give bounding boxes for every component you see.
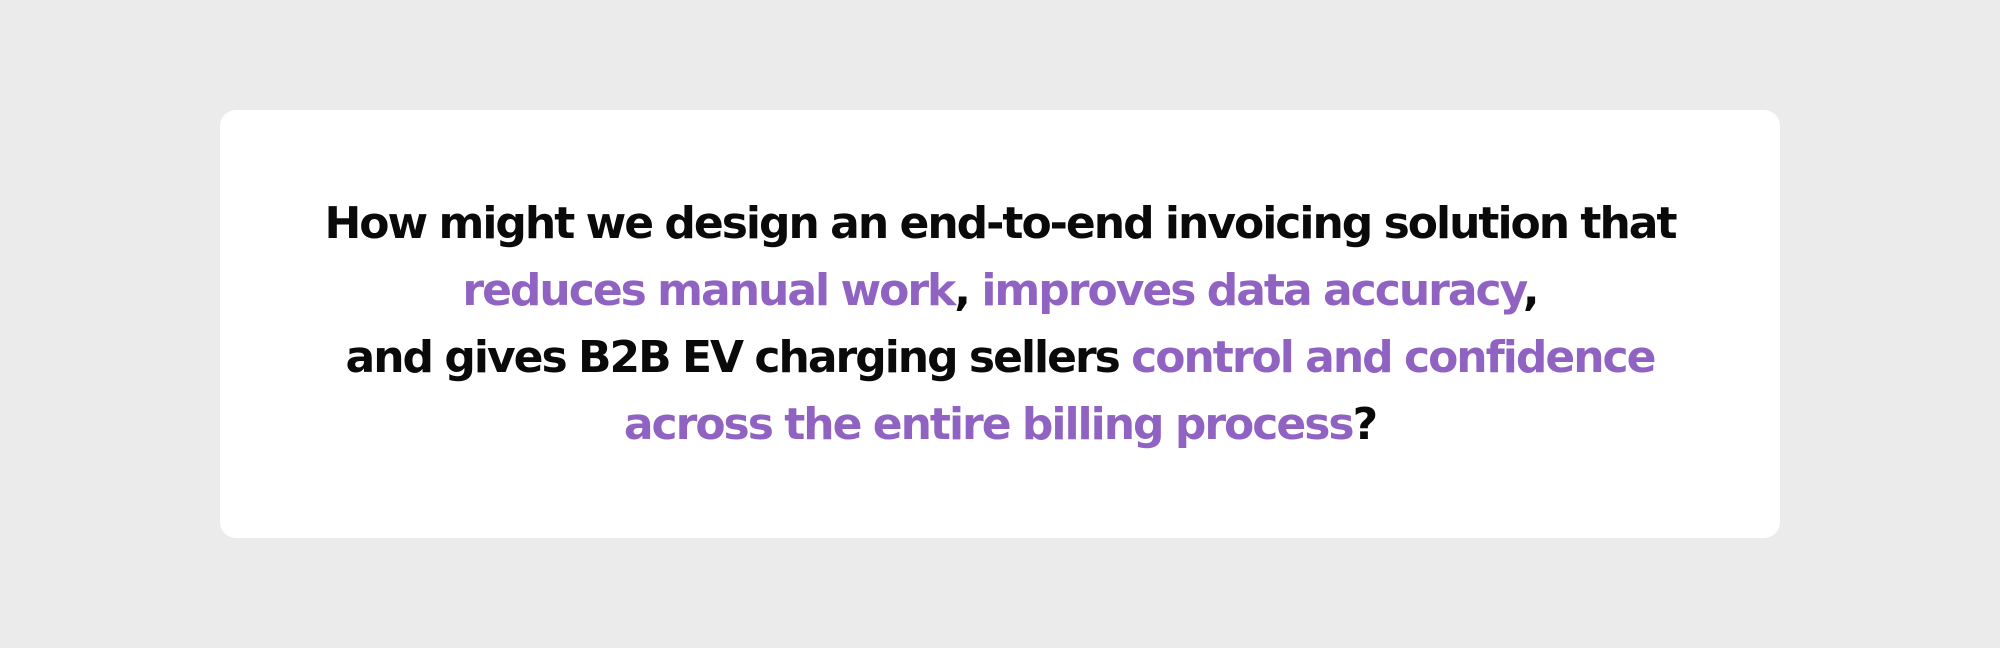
statement-line-2: reduces manual work, improves data accur…	[324, 257, 1675, 324]
statement-line-3: and gives B2B EV charging sellers contro…	[324, 324, 1675, 391]
highlight-across-billing-process: across the entire billing process	[623, 399, 1355, 450]
statement-line-4-trailing: ?	[1352, 399, 1378, 450]
highlight-reduces-manual-work: reduces manual work	[462, 265, 956, 316]
statement-line-4: across the entire billing process?	[324, 391, 1675, 458]
statement-line-1-text: How might we design an end-to-end invoic…	[324, 198, 1677, 249]
statement-line-1: How might we design an end-to-end invoic…	[324, 190, 1677, 257]
how-might-we-statement: How might we design an end-to-end invoic…	[324, 190, 1677, 458]
statement-line-2-trailing: ,	[1522, 265, 1540, 316]
statement-line-3-text: and gives B2B EV charging sellers	[345, 332, 1132, 383]
statement-card: How might we design an end-to-end invoic…	[220, 110, 1780, 538]
statement-line-2-separator: ,	[954, 265, 982, 316]
highlight-control-and-confidence: control and confidence	[1131, 332, 1656, 383]
highlight-improves-data-accuracy: improves data accuracy	[981, 265, 1525, 316]
